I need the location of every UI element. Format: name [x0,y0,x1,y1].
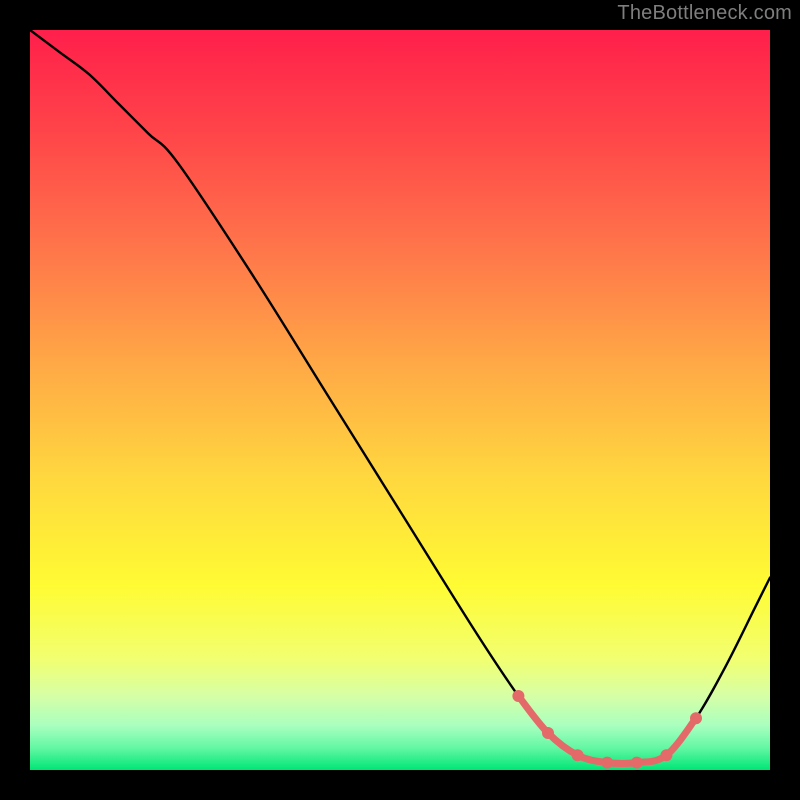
optimal-point [572,749,584,761]
chart-svg [30,30,770,770]
optimal-point [660,749,672,761]
optimal-point [542,727,554,739]
bottleneck-chart [30,30,770,770]
plot-background [30,30,770,770]
optimal-point [690,712,702,724]
optimal-point [631,757,643,769]
optimal-point [601,757,613,769]
optimal-point [512,690,524,702]
attribution-text: TheBottleneck.com [617,2,792,25]
